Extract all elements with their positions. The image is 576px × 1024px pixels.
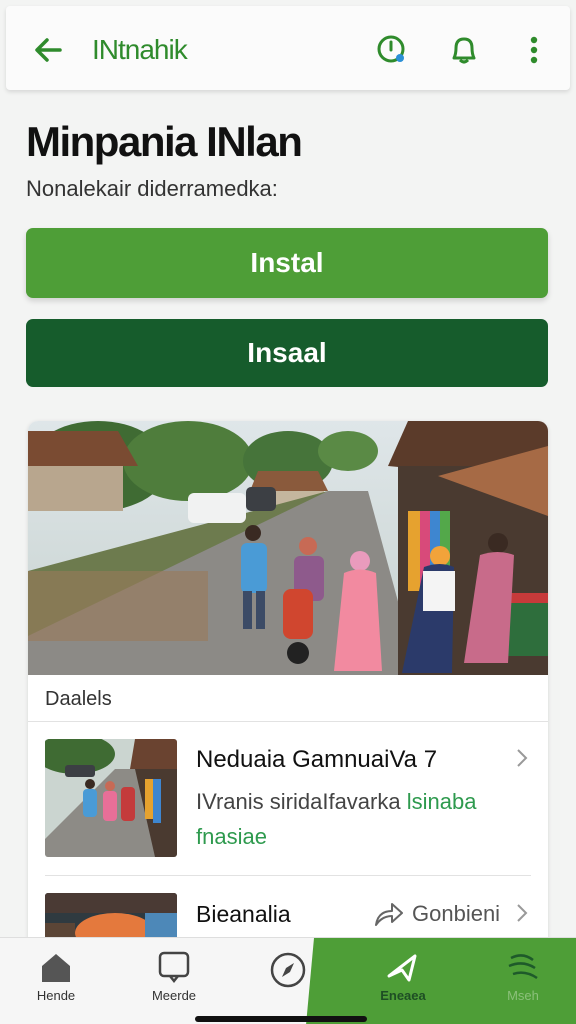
list-item-description: IVranis siridaIfavarka lsinaba fnasiae [196,784,526,854]
hero-photo [28,421,548,675]
details-card: Daalels Neduaia GamnuaiVa 7 IVranis siri… [28,421,548,961]
page-subtitle: Nonalekair diderramedka: [26,176,278,201]
more-vert-icon[interactable] [516,30,556,70]
divider [28,721,548,722]
divider [45,875,531,876]
nav-label: Hende [36,988,76,1003]
app-bar-title: INtnahik [92,34,188,65]
message-icon [158,951,190,984]
share-arrow-icon[interactable] [372,899,404,929]
bottom-navigation: Hende Meerde Eneaea Mseh [0,937,576,1024]
nav-item-home[interactable]: Hende [11,950,101,1012]
app-bar: INtnahik [6,6,570,90]
install-button[interactable]: Instal [26,228,548,298]
arrow-left-icon[interactable] [28,30,68,70]
chevron-right-icon[interactable] [512,746,532,770]
send-icon [387,954,417,982]
list-item-title[interactable]: Bieanalia [196,901,291,928]
secondary-install-button[interactable]: Insaal [26,319,548,387]
nav-item-messages[interactable]: Meerde [129,950,219,1012]
compass-icon [270,952,306,988]
description-text: IVranis siridaIfavarka [196,789,407,814]
list-item-action[interactable]: Gonbieni [412,901,500,927]
nav-label: Eneaea [380,988,426,1003]
home-icon [42,954,70,982]
list-item-thumbnail[interactable] [45,739,177,857]
nav-item-cart[interactable]: Mseh [478,950,568,1012]
alert-clock-icon[interactable] [372,30,412,70]
list-item-title[interactable]: Neduaia GamnuaiVa 7 [196,746,437,774]
bell-icon[interactable] [444,30,484,70]
cart-icon [508,954,538,980]
nav-item-send[interactable]: Eneaea [358,950,448,1012]
nav-label: Mseh [507,988,539,1003]
section-label: Daalels [45,688,112,710]
nav-label: Meerde [151,988,197,1003]
home-indicator [195,1016,367,1022]
chevron-right-icon[interactable] [512,901,532,925]
nav-item-explore[interactable] [243,950,333,1012]
page-title: Minpania INlan [26,118,303,165]
